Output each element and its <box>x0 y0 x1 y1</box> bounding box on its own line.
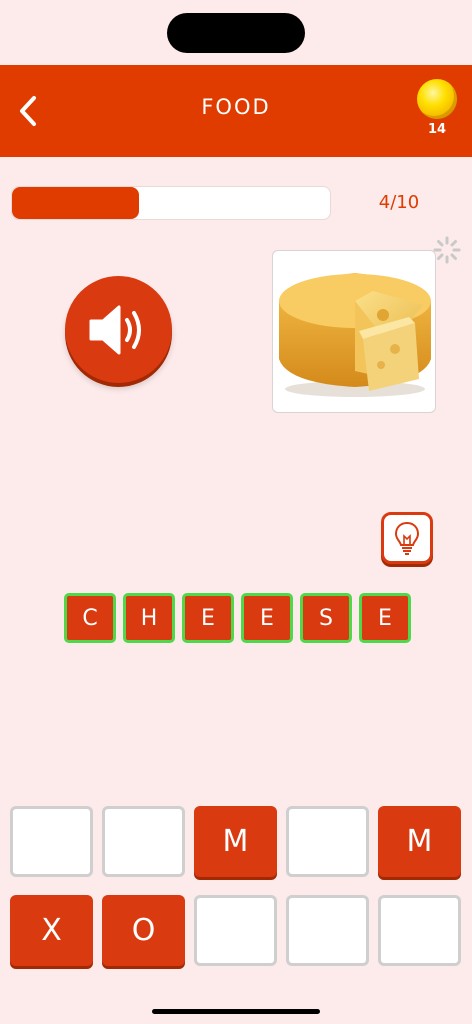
answer-letter: S <box>300 593 352 643</box>
letter-key[interactable] <box>194 895 277 966</box>
answer-row: C H E E S E <box>64 593 411 643</box>
play-sound-button[interactable] <box>65 276 172 383</box>
coin-count: 14 <box>427 122 447 137</box>
answer-letter: H <box>123 593 175 643</box>
letter-key[interactable] <box>286 895 369 966</box>
coin-balance[interactable]: 14 <box>414 79 460 147</box>
cheese-image <box>272 250 436 413</box>
dynamic-island <box>167 13 305 53</box>
letter-key[interactable] <box>102 806 185 877</box>
answer-letter: E <box>241 593 293 643</box>
letter-key[interactable] <box>286 806 369 877</box>
loading-spinner-icon <box>433 236 461 264</box>
letter-key[interactable]: M <box>378 806 461 877</box>
progress-fill <box>12 187 140 219</box>
progress-bar <box>11 186 331 220</box>
coin-icon <box>417 79 457 119</box>
letter-key[interactable]: X <box>10 895 93 966</box>
answer-letter: C <box>64 593 116 643</box>
home-indicator <box>152 1009 320 1014</box>
letter-key[interactable]: O <box>102 895 185 966</box>
progress-label: 4/10 <box>378 192 420 213</box>
hint-button[interactable] <box>381 512 433 564</box>
answer-letter: E <box>182 593 234 643</box>
speaker-icon <box>89 305 141 354</box>
letter-key[interactable]: M <box>194 806 277 877</box>
lightbulb-icon <box>394 521 420 555</box>
answer-letter: E <box>359 593 411 643</box>
letter-key[interactable] <box>378 895 461 966</box>
category-title: FOOD <box>201 95 271 119</box>
header-bar: FOOD 14 <box>0 65 472 157</box>
letter-key[interactable] <box>10 806 93 877</box>
letter-keyboard: M M X O <box>10 806 464 966</box>
